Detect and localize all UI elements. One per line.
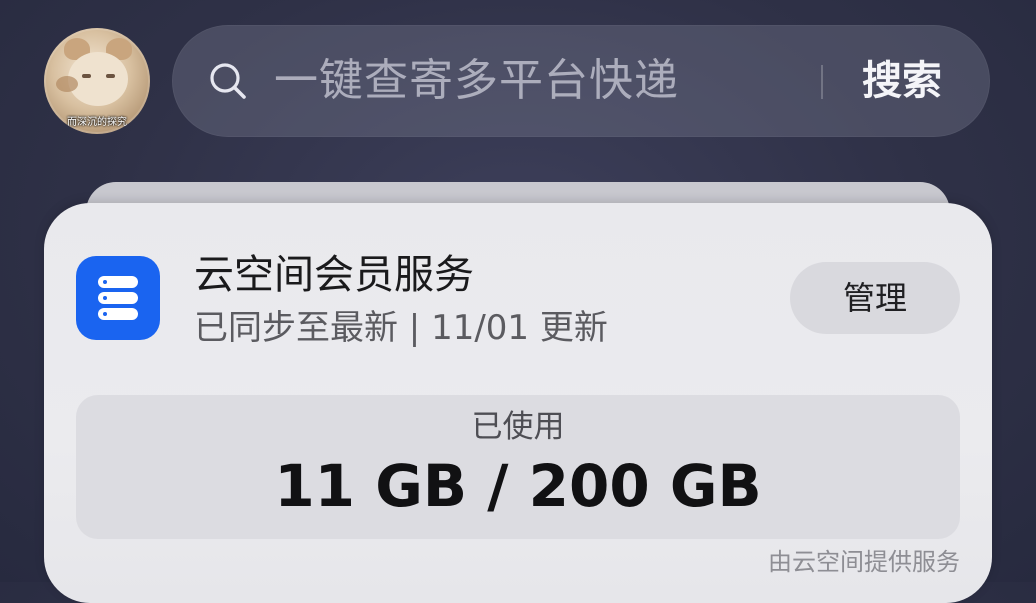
avatar-image-part [106,74,115,78]
avatar-image-part [68,52,128,106]
search-button[interactable]: 搜索 [862,53,942,109]
search-bar[interactable]: 一键查寄多平台快递 搜索 [172,25,990,137]
avatar-caption: 而深沉的探究 [67,117,127,128]
avatar-image-part [82,74,91,78]
usage-value: 11 GB / 200 GB [274,452,762,520]
avatar-image-part [56,76,78,92]
storage-usage-panel[interactable]: 已使用 11 GB / 200 GB [76,395,960,539]
avatar[interactable]: 而深沉的探究 [44,28,150,134]
sync-status: 已同步至最新 | 11/01 更新 [194,308,608,348]
provider-note: 由云空间提供服务 [768,548,960,576]
cloud-service-widget[interactable]: 云空间会员服务 已同步至最新 | 11/01 更新 管理 已使用 11 GB /… [44,203,992,603]
search-icon [208,61,248,101]
widget-title: 云空间会员服务 [194,252,474,298]
manage-button[interactable]: 管理 [790,262,960,334]
cloud-storage-icon [76,256,160,340]
search-divider [821,65,823,99]
search-input[interactable]: 一键查寄多平台快递 [274,55,679,107]
usage-label: 已使用 [471,409,565,445]
